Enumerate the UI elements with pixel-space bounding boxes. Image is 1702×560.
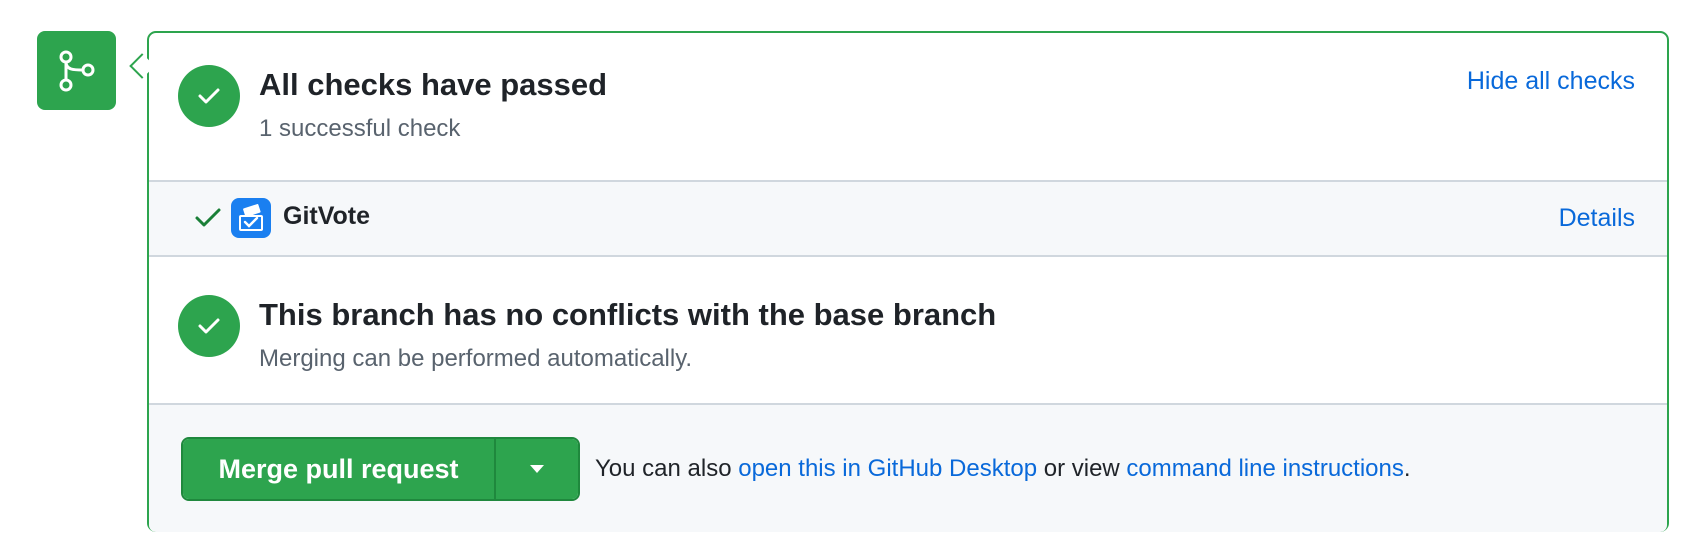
command-line-instructions-link[interactable]: command line instructions (1126, 455, 1403, 482)
merge-actions: Merge pull request You can also open thi… (149, 403, 1667, 532)
checks-title: All checks have passed (259, 67, 608, 102)
note-prefix: You can also (595, 455, 739, 482)
merge-box: All checks have passed 1 successful chec… (147, 31, 1669, 532)
branch-status: This branch has no conflicts with the ba… (149, 257, 1667, 403)
merge-status-panel: All checks have passed 1 successful chec… (0, 0, 1702, 560)
open-in-desktop-link[interactable]: open this in GitHub Desktop (738, 455, 1037, 482)
check-icon (178, 65, 240, 127)
check-details-link[interactable]: Details (1559, 204, 1635, 233)
merge-options-dropdown[interactable] (496, 439, 578, 499)
check-row: GitVote Details (149, 180, 1667, 257)
branch-title: This branch has no conflicts with the ba… (259, 297, 997, 332)
branch-subtitle: Merging can be performed automatically. (259, 345, 693, 372)
merge-pull-request-button[interactable]: Merge pull request (183, 439, 496, 499)
triangle-down-icon (530, 465, 544, 473)
check-icon (194, 204, 222, 237)
check-app-name: GitVote (283, 202, 371, 230)
git-branch-icon (37, 31, 116, 110)
checks-summary: All checks have passed 1 successful chec… (149, 33, 1667, 180)
gitvote-icon (231, 198, 271, 238)
hide-all-checks-link[interactable]: Hide all checks (1467, 67, 1635, 96)
check-icon (178, 295, 240, 357)
merge-alternatives-note: You can also open this in GitHub Desktop… (595, 455, 1411, 483)
merge-button-group: Merge pull request (181, 437, 580, 501)
note-suffix: . (1403, 455, 1411, 482)
note-middle: or view (1037, 455, 1127, 482)
checks-subtitle: 1 successful check (259, 115, 461, 142)
